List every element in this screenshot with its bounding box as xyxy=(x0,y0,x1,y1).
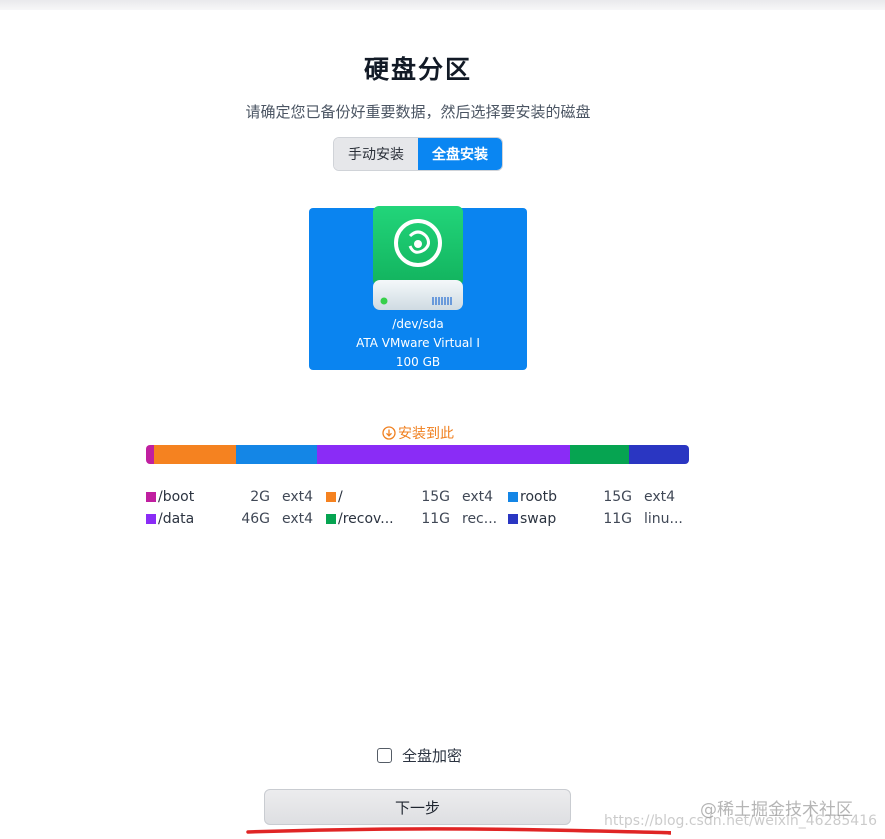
partition-legend-item: swap 11G linu... xyxy=(508,508,694,530)
legend-color-swatch xyxy=(146,514,156,524)
partition-name: / xyxy=(338,489,343,505)
partition-size: 46G xyxy=(241,511,270,527)
partition-size: 11G xyxy=(421,511,450,527)
partition-name: rootb xyxy=(520,489,557,505)
partition-filesystem: rec... xyxy=(462,511,498,527)
partition-legend-item: /recov... 11G rec... xyxy=(326,508,512,530)
full-disk-encryption-option[interactable]: 全盘加密 xyxy=(377,745,462,766)
partition-usage-bar xyxy=(146,445,689,464)
partition-filesystem: ext4 xyxy=(462,489,494,505)
full-disk-install-tab[interactable]: 全盘安装 xyxy=(418,138,502,170)
partition-name: swap xyxy=(520,511,557,527)
partition-filesystem: linu... xyxy=(644,511,683,527)
partition-segment xyxy=(154,445,236,464)
partition-size: 15G xyxy=(421,489,450,505)
partition-legend-item: /boot 2G ext4 xyxy=(146,486,332,508)
partition-segment xyxy=(235,445,318,464)
partition-segment xyxy=(569,445,630,464)
encrypt-checkbox[interactable] xyxy=(377,748,392,763)
install-here-hint: 安装到此 xyxy=(382,423,454,443)
disk-size: 100 GB xyxy=(395,355,441,369)
disk-card[interactable]: /dev/sda ATA VMware Virtual I 100 GB xyxy=(309,206,527,370)
encrypt-label: 全盘加密 xyxy=(402,747,463,765)
legend-color-swatch xyxy=(508,492,518,502)
partition-size: 2G xyxy=(250,489,270,505)
partition-legend-item: /data 46G ext4 xyxy=(146,508,332,530)
page-title: 硬盘分区 xyxy=(363,55,472,84)
partition-legend-item: rootb 15G ext4 xyxy=(508,486,694,508)
partition-name: /boot xyxy=(158,489,195,505)
disk-path: /dev/sda xyxy=(392,317,444,331)
install-mode-switch: 手动安装 全盘安装 xyxy=(333,137,503,171)
disk-model: ATA VMware Virtual I xyxy=(356,336,480,350)
watermark-csdn: https://blog.csdn.net/weixin_46285416 xyxy=(604,813,878,829)
partition-segment xyxy=(629,445,689,464)
partition-name: /recov... xyxy=(338,511,394,527)
install-here-label: 安装到此 xyxy=(398,426,454,442)
partition-size: 15G xyxy=(603,489,632,505)
partition-filesystem: ext4 xyxy=(644,489,676,505)
partition-name: /data xyxy=(158,511,195,527)
next-button[interactable]: 下一步 xyxy=(264,789,571,825)
legend-color-swatch xyxy=(146,492,156,502)
partition-legend-item: / 15G ext4 xyxy=(326,486,512,508)
top-bar xyxy=(0,0,885,10)
hard-disk-icon xyxy=(373,206,463,310)
page-subtitle: 请确定您已备份好重要数据，然后选择要安装的磁盘 xyxy=(245,103,591,121)
legend-color-swatch xyxy=(326,514,336,524)
manual-install-tab[interactable]: 手动安装 xyxy=(334,138,418,170)
partition-filesystem: ext4 xyxy=(282,489,314,505)
partition-legend: /boot 2G ext4 / 15G ext4 rootb 15G ext4/data 46G e… xyxy=(146,486,706,536)
partition-segment xyxy=(146,445,155,464)
download-circle-icon xyxy=(382,426,396,440)
legend-color-swatch xyxy=(326,492,336,502)
partition-segment xyxy=(317,445,570,464)
partition-size: 11G xyxy=(603,511,632,527)
legend-color-swatch xyxy=(508,514,518,524)
partition-filesystem: ext4 xyxy=(282,511,314,527)
